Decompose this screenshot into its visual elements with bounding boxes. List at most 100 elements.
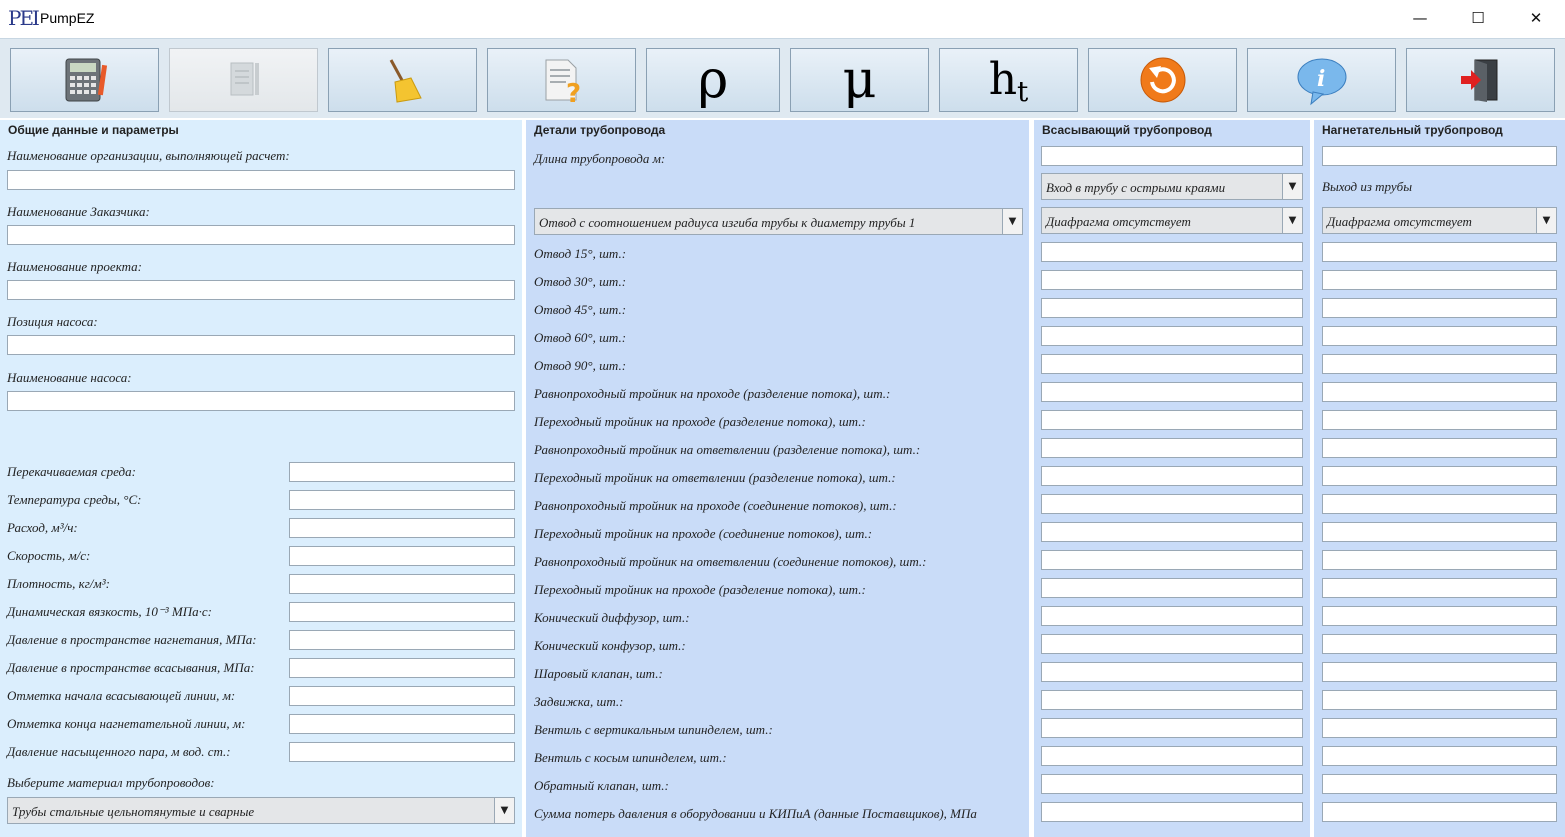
chevron-down-icon: ▼	[1282, 174, 1302, 199]
discharge-count-input[interactable]	[1322, 550, 1557, 570]
suction-count-input[interactable]	[1041, 802, 1303, 822]
suction-count-input[interactable]	[1041, 298, 1303, 318]
suction-count-input[interactable]	[1041, 242, 1303, 262]
chevron-down-icon: ▼	[494, 798, 514, 823]
discharge-count-input[interactable]	[1322, 634, 1557, 654]
discharge-count-input[interactable]	[1322, 270, 1557, 290]
param-input[interactable]	[289, 462, 515, 482]
discharge-count-input[interactable]	[1322, 718, 1557, 738]
clear-button[interactable]	[328, 48, 477, 112]
svg-text:i: i	[1317, 66, 1325, 92]
param-input[interactable]	[289, 630, 515, 650]
detail-label: Равнопроходный тройник на проходе (соеди…	[534, 498, 897, 513]
discharge-count-input[interactable]	[1322, 802, 1557, 822]
suction-count-input[interactable]	[1041, 690, 1303, 710]
suction-length-input[interactable]	[1041, 146, 1303, 166]
discharge-count-input[interactable]	[1322, 354, 1557, 374]
maximize-button[interactable]: ☐	[1449, 0, 1507, 36]
discharge-count-input[interactable]	[1322, 746, 1557, 766]
chevron-down-icon: ▼	[1536, 208, 1556, 233]
title-bar: PEI PumpEZ — ☐ ✕	[0, 0, 1565, 36]
detail-label: Отвод 90°, шт.:	[534, 358, 627, 373]
info-button[interactable]: i	[1247, 48, 1396, 112]
discharge-count-input[interactable]	[1322, 494, 1557, 514]
param-input[interactable]	[289, 742, 515, 762]
bend-type-select[interactable]: Отвод с соотношением радиуса изгиба труб…	[534, 208, 1023, 235]
param-input[interactable]	[289, 490, 515, 510]
discharge-count-input[interactable]	[1322, 298, 1557, 318]
param-input[interactable]	[289, 686, 515, 706]
refresh-button[interactable]	[1088, 48, 1237, 112]
suction-count-input[interactable]	[1041, 606, 1303, 626]
param-label: Отметка начала всасывающей линии, м:	[7, 688, 236, 703]
discharge-count-input[interactable]	[1322, 438, 1557, 458]
param-label: Давление в пространстве всасывания, МПа:	[7, 660, 255, 675]
discharge-count-input[interactable]	[1322, 410, 1557, 430]
suction-count-input[interactable]	[1041, 634, 1303, 654]
discharge-count-input[interactable]	[1322, 662, 1557, 682]
detail-label: Равнопроходный тройник на проходе (разде…	[534, 386, 891, 401]
org-input[interactable]	[7, 170, 515, 190]
suction-count-input[interactable]	[1041, 270, 1303, 290]
param-label: Давление насыщенного пара, м вод. ст.:	[7, 744, 231, 759]
param-input[interactable]	[289, 714, 515, 734]
viscosity-button[interactable]: μ	[790, 48, 929, 112]
saturated-pressure-button[interactable]: ht	[939, 48, 1078, 112]
suction-count-input[interactable]	[1041, 578, 1303, 598]
discharge-count-input[interactable]	[1322, 522, 1557, 542]
discharge-count-input[interactable]	[1322, 466, 1557, 486]
exit-button[interactable]	[1406, 48, 1555, 112]
project-input[interactable]	[7, 280, 515, 300]
param-input[interactable]	[289, 574, 515, 594]
suction-count-input[interactable]	[1041, 410, 1303, 430]
material-label: Выберите материал трубопроводов:	[7, 775, 215, 790]
discharge-legend: Нагнетательный трубопровод	[1322, 123, 1503, 137]
discharge-count-input[interactable]	[1322, 606, 1557, 626]
suction-count-input[interactable]	[1041, 774, 1303, 794]
discharge-diaphragm-select[interactable]: Диафрагма отсутствует ▼	[1322, 207, 1557, 234]
discharge-count-input[interactable]	[1322, 774, 1557, 794]
outlet-label: Выход из трубы	[1322, 179, 1412, 194]
discharge-count-input[interactable]	[1322, 578, 1557, 598]
general-panel: Общие данные и параметры Наименование ор…	[0, 120, 522, 837]
detail-label: Вентиль с вертикальным шпинделем, шт.:	[534, 722, 773, 737]
calculate-button[interactable]	[10, 48, 159, 112]
minimize-button[interactable]: —	[1391, 0, 1449, 36]
position-input[interactable]	[7, 335, 515, 355]
material-select[interactable]: Трубы стальные цельнотянутые и сварные ▼	[7, 797, 515, 824]
suction-count-input[interactable]	[1041, 522, 1303, 542]
help-document-button[interactable]: ?	[487, 48, 636, 112]
detail-label: Сумма потерь давления в оборудовании и К…	[534, 806, 977, 821]
param-input[interactable]	[289, 518, 515, 538]
suction-count-input[interactable]	[1041, 662, 1303, 682]
app-logo-icon: PEI	[8, 6, 40, 30]
suction-count-input[interactable]	[1041, 494, 1303, 514]
suction-count-input[interactable]	[1041, 718, 1303, 738]
discharge-count-input[interactable]	[1322, 690, 1557, 710]
suction-count-input[interactable]	[1041, 326, 1303, 346]
detail-label: Отвод 60°, шт.:	[534, 330, 627, 345]
discharge-length-input[interactable]	[1322, 146, 1557, 166]
density-button[interactable]: ρ	[646, 48, 780, 112]
suction-count-input[interactable]	[1041, 438, 1303, 458]
detail-label: Переходный тройник на проходе (разделени…	[534, 414, 866, 429]
discharge-count-input[interactable]	[1322, 242, 1557, 262]
param-input[interactable]	[289, 602, 515, 622]
pump-input[interactable]	[7, 391, 515, 411]
suction-count-input[interactable]	[1041, 382, 1303, 402]
param-input[interactable]	[289, 546, 515, 566]
suction-inlet-select[interactable]: Вход в трубу с острыми краями ▼	[1041, 173, 1303, 200]
calculator-icon	[65, 58, 107, 102]
close-button[interactable]: ✕	[1507, 0, 1565, 36]
param-input[interactable]	[289, 658, 515, 678]
suction-count-input[interactable]	[1041, 354, 1303, 374]
suction-diaphragm-select[interactable]: Диафрагма отсутствует ▼	[1041, 207, 1303, 234]
discharge-count-input[interactable]	[1322, 382, 1557, 402]
suction-count-input[interactable]	[1041, 550, 1303, 570]
discharge-count-input[interactable]	[1322, 326, 1557, 346]
suction-count-input[interactable]	[1041, 746, 1303, 766]
detail-label: Обратный клапан, шт.:	[534, 778, 669, 793]
report-button[interactable]	[169, 48, 318, 112]
customer-input[interactable]	[7, 225, 515, 245]
suction-count-input[interactable]	[1041, 466, 1303, 486]
